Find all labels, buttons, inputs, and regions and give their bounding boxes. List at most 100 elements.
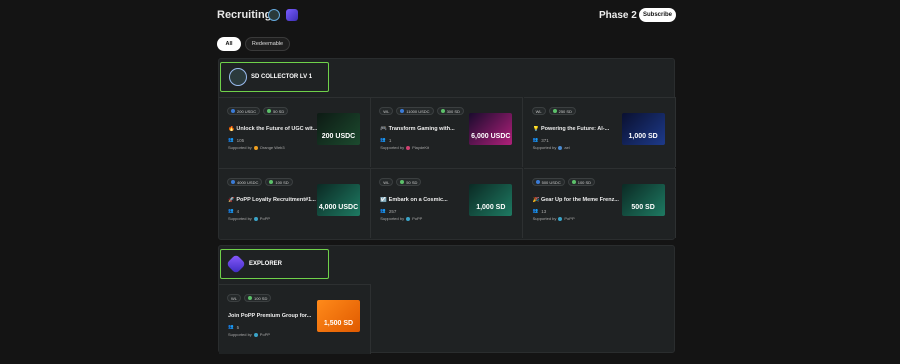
supported-by: Supported by PoPP [380,216,422,221]
reward-tag-label: WL [383,108,390,114]
reward-tag-label: WL [383,179,390,185]
reward-tag-label: 50 SD [273,108,285,114]
section-header: SD COLLECTOR LV 1 [220,62,329,92]
sd-collector-badge-icon [229,68,247,86]
quest-title[interactable]: 🚀 PoPP Loyalty Recruitment#1... [228,197,318,203]
quest-title[interactable]: 🔥 Unlock the Future of UGC wit... [228,126,318,132]
reward-tag: 11000 USDC [396,107,434,115]
sd-icon [440,109,445,113]
usdc-icon [535,180,540,184]
thumbnail-reward-text: 1,000 SD [476,204,506,211]
quest-card[interactable]: WL 50 SD ☑️ Embark on a Cosmic... 👥 257 Suppo… [371,168,524,238]
reward-thumbnail[interactable]: 500 SD [621,184,665,216]
reward-tag-label: WL [535,108,542,114]
reward-thumbnail[interactable]: 1,500 SD [317,300,360,332]
reward-tags: WL 11000 USDC 300 SD [379,107,464,115]
reward-thumbnail[interactable]: 6,000 USDC [469,113,513,145]
reward-tags: WL 50 SD [379,178,422,186]
sd-icon [400,180,405,184]
thumbnail-reward-text: 1,000 SD [628,133,658,140]
quest-title[interactable]: ☑️ Embark on a Cosmic... [380,197,470,203]
sponsor-name: ael [564,145,570,150]
participants-count: 👥 13 [533,208,547,214]
explorer-badge-icon [226,254,246,274]
reward-tag-label: 200 USDC [237,108,257,114]
reward-tag-label: 100 SD [577,179,592,185]
sponsor-logo-icon [406,145,411,150]
reward-tag-label: 300 SD [446,108,460,114]
quest-title[interactable]: Join PoPP Premium Group for... [228,313,318,319]
usdc-icon [231,109,235,113]
supported-by-label: Supported by [532,145,557,150]
participants-value: 371 [541,137,549,143]
reward-thumbnail[interactable]: 1,000 SD [469,184,513,216]
reward-tag: 4000 USDC [227,178,263,186]
supported-by-label: Supported by [380,216,405,221]
subscribe-button[interactable]: Subscribe [639,8,676,22]
supported-by: Supported by PoPP [228,332,270,337]
quest-card[interactable]: 200 USDC 50 SD 🔥 Unlock the Future of UGC … [219,97,371,167]
sponsor-name: PoPP [259,332,271,337]
sd-icon [571,180,576,184]
participants-icon: 👥 [380,208,386,213]
reward-tag: 100 SD [244,294,272,302]
participants-count: 👥 5 [228,324,239,330]
supported-by-label: Supported by [532,216,557,221]
sponsor-logo-icon [406,216,411,221]
reward-tags: 500 USDC 100 SD [531,178,596,186]
quest-card[interactable]: 4000 USDC 100 SD 🚀 PoPP Loyalty Recruitmen… [219,168,371,238]
reward-tag: WL [379,107,394,115]
participants-value: 4 [236,208,240,214]
thumbnail-reward-text: 6,000 USDC [471,133,511,140]
quest-card[interactable]: WL 11000 USDC 300 SD 🎮 Transform Gaming wit… [371,97,524,167]
sponsor-name: PoPP [259,216,271,221]
sd-icon [248,296,252,300]
reward-thumbnail[interactable]: 4,000 USDC [317,184,360,216]
supported-by-label: Supported by [380,145,405,150]
sd-icon [267,109,272,113]
reward-tags: WL 250 SD [531,107,576,115]
explorer-badge-icon[interactable] [286,9,298,21]
participants-value: 13 [541,208,547,214]
participants-icon: 👥 [228,137,234,142]
filter-tabs: All Redeemable [217,37,290,51]
quest-card[interactable]: 500 USDC 100 SD 🎉 Gear Up for the Meme Fre… [523,168,676,238]
section-sd-collector: SD COLLECTOR LV 1 200 USDC 50 SD 🔥 Unlock … [218,58,676,240]
reward-tag: 100 SD [567,178,596,186]
sponsor-logo-icon [558,216,563,221]
sponsor-logo-icon [253,216,258,221]
quest-title[interactable]: 🎮 Transform Gaming with... [380,126,470,132]
sponsor-name: PoPP [564,216,575,221]
quest-card[interactable]: WL 250 SD 💡 Powering the Future: AI-... 👥 37… [523,97,676,167]
reward-thumbnail[interactable]: 200 USDC [317,113,360,145]
reward-tag-label: WL [231,295,237,301]
sponsor-name: Orange Web3 [259,145,285,150]
thumbnail-reward-text: 200 USDC [321,133,356,140]
reward-tag: WL [379,178,394,186]
phase-label: Phase 2 [599,10,637,21]
reward-thumbnail[interactable]: 1,000 SD [621,113,665,145]
reward-tag-label: 100 SD [254,295,268,301]
reward-tag: 50 SD [396,178,422,186]
sd-coin-icon[interactable] [268,9,280,21]
usdc-icon [231,180,235,184]
quest-title[interactable]: 🎉 Gear Up for the Meme Frenz... [533,197,623,203]
reward-tag: 300 SD [436,107,464,115]
tab-all[interactable]: All [217,37,241,51]
section-header: EXPLORER [220,249,329,279]
reward-tag-label: 4000 USDC [237,179,259,185]
thumbnail-reward-text: 500 SD [631,204,655,211]
thumbnail-reward-text: 1,500 SD [323,320,354,327]
sponsor-logo-icon [558,145,563,150]
tab-redeemable[interactable]: Redeemable [245,37,290,51]
supported-by: Supported by PlaydeKit [380,145,429,150]
reward-tag-label: 100 SD [275,179,289,185]
usdc-icon [400,109,405,113]
participants-value: 105 [236,137,245,143]
quest-card[interactable]: WL 100 SD Join PoPP Premium Group for... 👥 5… [219,284,371,354]
sponsor-logo-icon [253,332,258,337]
participants-icon: 👥 [228,208,234,213]
reward-tag-label: 50 SD [406,179,418,185]
sponsor-name: PlaydeKit [412,145,429,150]
quest-title[interactable]: 💡 Powering the Future: AI-... [533,126,623,132]
